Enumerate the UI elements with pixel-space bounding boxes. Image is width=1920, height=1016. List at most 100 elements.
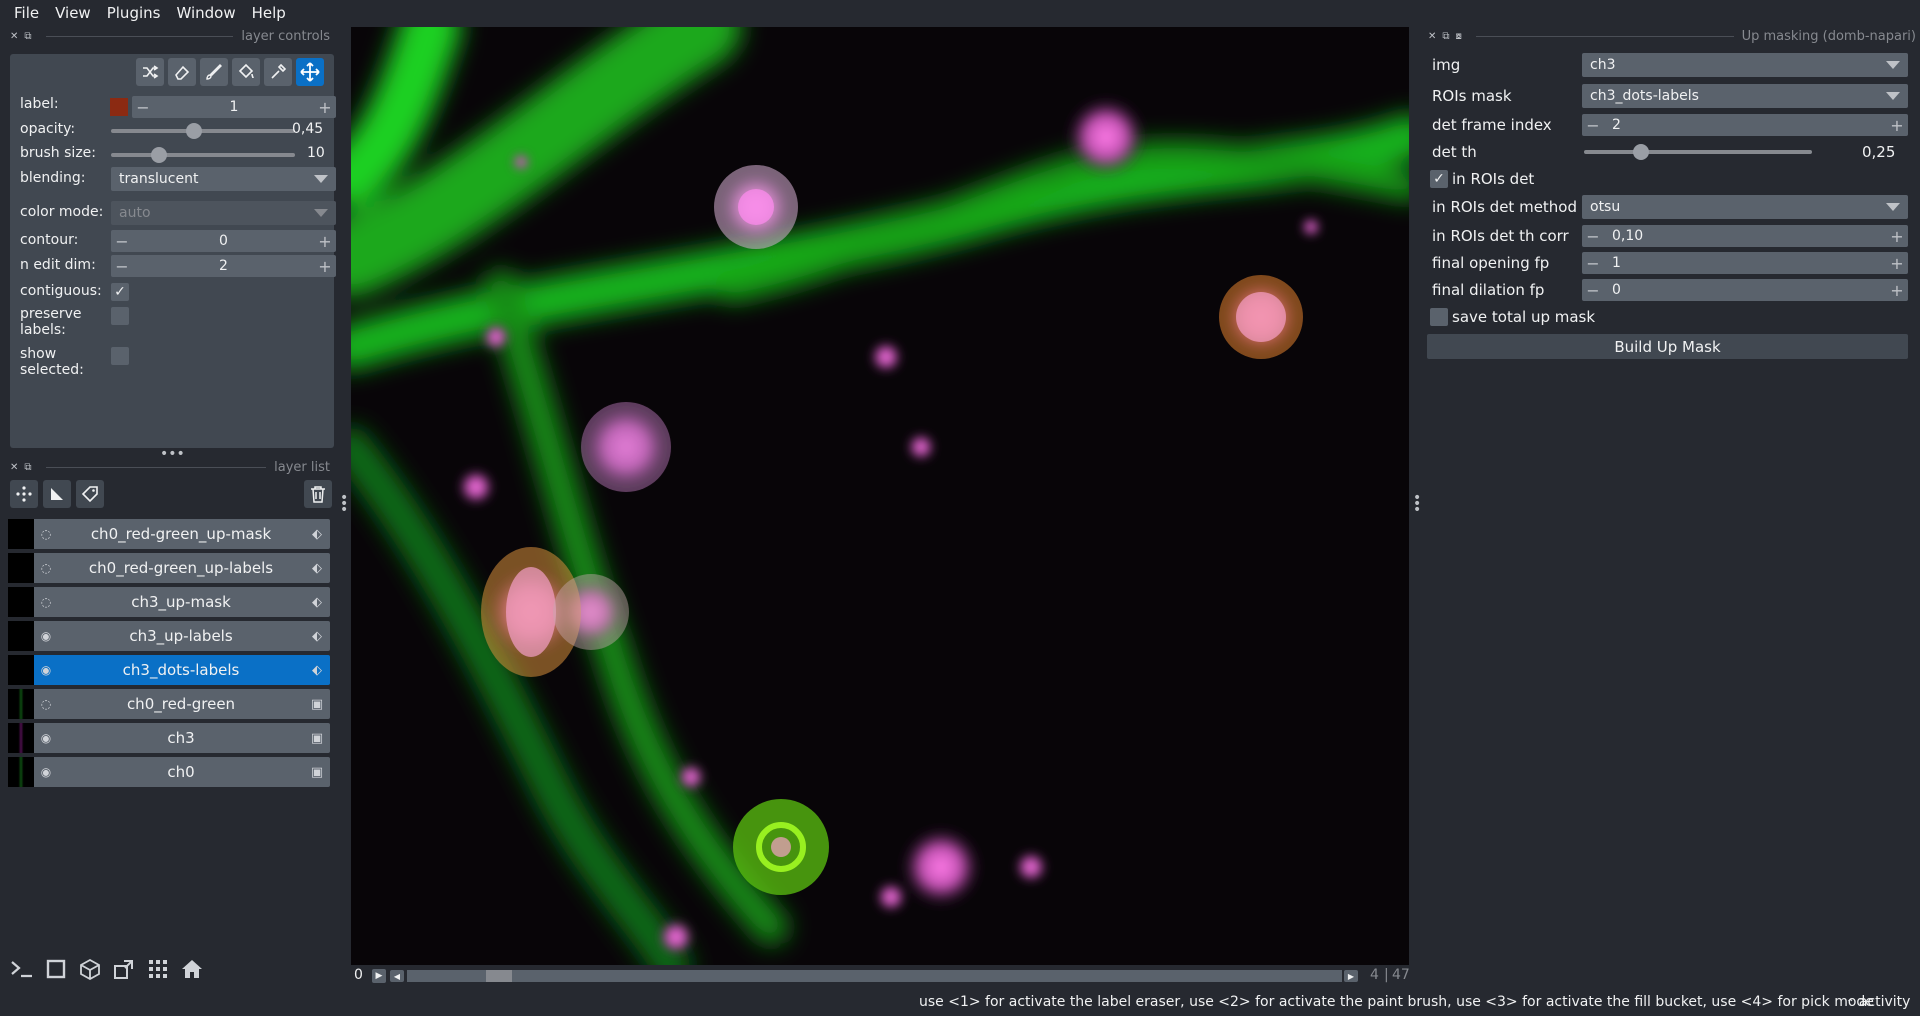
build-up-mask-button[interactable]: Build Up Mask [1427, 334, 1908, 359]
frame-slider[interactable] [407, 970, 1342, 982]
pin-dock-icon[interactable]: ⧇ [1456, 31, 1462, 42]
final-opening-fp-spinbox[interactable]: − 1 + [1582, 252, 1908, 274]
show-selected-checkbox[interactable] [111, 347, 129, 365]
eye-icon[interactable]: ◉ [34, 663, 58, 677]
eye-icon[interactable]: ◉ [34, 731, 58, 745]
brush-size-slider[interactable] [111, 153, 295, 157]
close-dock-icon[interactable]: ✕ [10, 31, 18, 42]
roll-dims-button[interactable] [76, 955, 104, 983]
play-button[interactable]: ▶ [372, 969, 386, 983]
color-picker-button[interactable] [264, 58, 292, 86]
layer-row[interactable]: ◌ ch0_red-green_up-labels ⬖ [8, 553, 330, 583]
layer-row[interactable]: ◌ ch0_red-green ▣ [8, 689, 330, 719]
label-spinbox[interactable]: − 1 + [132, 96, 336, 118]
eye-icon[interactable]: ◉ [34, 629, 58, 643]
step-left-button[interactable]: ◀ [390, 970, 404, 982]
increment-icon[interactable]: + [1886, 116, 1908, 135]
det-frame-index-spinbox[interactable]: − 2 + [1582, 114, 1908, 136]
new-labels-layer-button[interactable] [76, 480, 104, 508]
chevron-down-icon [314, 209, 328, 217]
menu-view[interactable]: View [47, 4, 99, 22]
console-button[interactable] [8, 955, 36, 983]
decrement-icon[interactable]: − [1582, 281, 1604, 300]
layer-row[interactable]: ◉ ch0 ▣ [8, 757, 330, 787]
color-mode-select[interactable]: auto [111, 201, 336, 225]
contiguous-checkbox[interactable]: ✓ [111, 283, 129, 301]
increment-icon[interactable]: + [314, 257, 336, 276]
layer-row[interactable]: ◉ ch3_up-labels ⬖ [8, 621, 330, 651]
save-total-up-mask-checkbox[interactable] [1430, 308, 1448, 326]
eraser-button[interactable] [168, 58, 196, 86]
img-select[interactable]: ch3 [1582, 53, 1908, 77]
frame-slider-handle[interactable] [486, 970, 513, 982]
increment-icon[interactable]: + [314, 98, 336, 117]
float-dock-icon[interactable]: ⧉ [24, 31, 31, 42]
eye-closed-icon[interactable]: ◌ [34, 595, 58, 609]
step-right-button[interactable]: ▶ [1344, 970, 1358, 982]
in-rois-det-checkbox[interactable]: ✓ [1430, 170, 1448, 188]
transpose-dims-button[interactable] [110, 955, 138, 983]
pan-zoom-button[interactable] [296, 58, 324, 86]
layer-row-selected[interactable]: ◉ ch3_dots-labels ⬖ [8, 655, 330, 685]
final-dilation-fp-spinbox[interactable]: − 0 + [1582, 279, 1908, 301]
chevron-down-icon [1886, 61, 1900, 69]
increment-icon[interactable]: + [314, 232, 336, 251]
shuffle-colors-button[interactable] [136, 58, 164, 86]
in-rois-det-th-corr-spinbox[interactable]: − 0,10 + [1582, 225, 1908, 247]
increment-icon[interactable]: + [1886, 281, 1908, 300]
rois-mask-select[interactable]: ch3_dots-labels [1582, 84, 1908, 108]
n-edit-dim-spinbox[interactable]: − 2 + [111, 255, 336, 277]
right-dock-splitter[interactable]: • • • [1413, 491, 1421, 517]
n-edit-dim-label: n edit dim: [20, 257, 96, 273]
increment-icon[interactable]: + [1886, 227, 1908, 246]
decrement-icon[interactable]: − [132, 98, 154, 117]
delete-layer-button[interactable] [304, 480, 332, 508]
activity-button[interactable]: ⌃ activity [1846, 994, 1910, 1010]
decrement-icon[interactable]: − [1582, 116, 1604, 135]
menu-window[interactable]: Window [168, 4, 243, 22]
opacity-slider-handle[interactable] [185, 123, 202, 139]
layer-row[interactable]: ◉ ch3 ▣ [8, 723, 330, 753]
left-dock-splitter[interactable]: • • • [340, 491, 348, 517]
new-shapes-layer-button[interactable] [43, 480, 71, 508]
layer-controls-title: layer controls [241, 28, 330, 44]
increment-icon[interactable]: + [1886, 254, 1908, 273]
decrement-icon[interactable]: − [111, 232, 133, 251]
preserve-labels-checkbox[interactable] [111, 307, 129, 325]
det-th-slider-handle[interactable] [1633, 144, 1649, 160]
labels-type-icon: ⬖ [312, 560, 322, 576]
det-th-value: 0,25 [1862, 143, 1896, 161]
layer-row[interactable]: ◌ ch0_red-green_up-mask ⬖ [8, 519, 330, 549]
contour-spinbox[interactable]: − 0 + [111, 230, 336, 252]
det-th-slider[interactable] [1584, 150, 1812, 154]
float-dock-icon[interactable]: ⧉ [24, 462, 31, 473]
reset-view-button[interactable] [178, 955, 206, 983]
menu-file[interactable]: File [6, 4, 47, 22]
rois-mask-value: ch3_dots-labels [1590, 88, 1699, 104]
menu-plugins[interactable]: Plugins [99, 4, 169, 22]
grid-mode-button[interactable] [144, 955, 172, 983]
eye-closed-icon[interactable]: ◌ [34, 561, 58, 575]
eye-closed-icon[interactable]: ◌ [34, 527, 58, 541]
paint-brush-button[interactable] [200, 58, 228, 86]
image-canvas[interactable] [351, 27, 1409, 965]
toggle-ndisplay-button[interactable] [42, 955, 70, 983]
fill-bucket-button[interactable] [232, 58, 260, 86]
menu-help[interactable]: Help [244, 4, 294, 22]
layer-row[interactable]: ◌ ch3_up-mask ⬖ [8, 587, 330, 617]
opacity-slider[interactable] [111, 129, 295, 133]
decrement-icon[interactable]: − [111, 257, 133, 276]
new-points-layer-button[interactable] [10, 480, 38, 508]
eye-icon[interactable]: ◉ [34, 765, 58, 779]
decrement-icon[interactable]: − [1582, 254, 1604, 273]
close-dock-icon[interactable]: ✕ [10, 462, 18, 473]
close-dock-icon[interactable]: ✕ [1428, 31, 1436, 42]
plugin-titlebar: ✕ ⧉ ⧇ Up masking (domb-napari) [1428, 26, 1916, 46]
in-rois-det-method-select[interactable]: otsu [1582, 195, 1908, 219]
eye-closed-icon[interactable]: ◌ [34, 697, 58, 711]
decrement-icon[interactable]: − [1582, 227, 1604, 246]
brush-size-slider-handle[interactable] [150, 147, 167, 163]
label-color-swatch [110, 98, 128, 116]
float-dock-icon[interactable]: ⧉ [1442, 31, 1449, 42]
blending-select[interactable]: translucent [111, 167, 336, 191]
